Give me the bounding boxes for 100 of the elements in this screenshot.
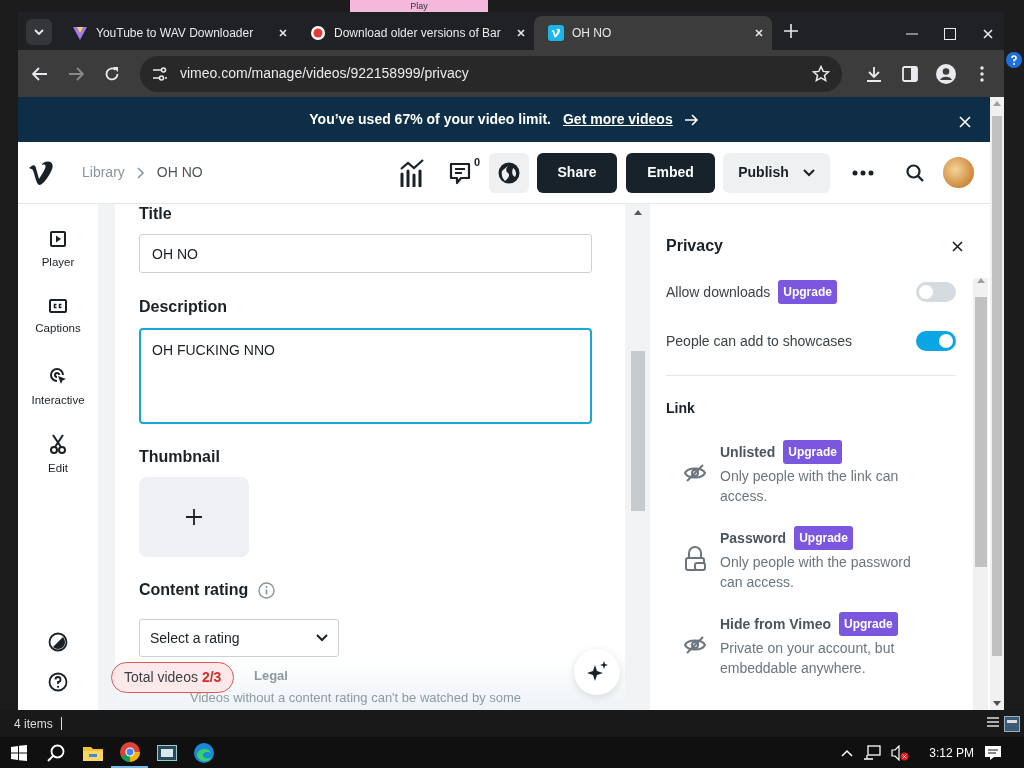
new-tab-icon[interactable]	[784, 23, 798, 38]
reload-icon[interactable]	[104, 65, 120, 82]
pointer-icon[interactable]	[48, 366, 68, 386]
info-icon[interactable]	[258, 581, 276, 599]
rating-note: Videos without a content rating can't be watched by some	[190, 690, 522, 705]
publish-button[interactable]: Publish	[723, 152, 830, 193]
chevron-icon	[136, 166, 145, 179]
notifications-icon[interactable]	[984, 744, 1002, 761]
upgrade-badge[interactable]: Upgrade	[778, 280, 837, 304]
tiles-view-icon[interactable]	[1004, 715, 1020, 732]
rating-select[interactable]: Select a rating	[139, 619, 339, 657]
plus-icon	[186, 509, 202, 525]
analytics-icon[interactable]	[399, 158, 425, 187]
scroll-up-icon[interactable]	[633, 210, 642, 215]
browser-tab[interactable]: Download older versions of Bar	[296, 16, 534, 50]
ai-assist-button[interactable]	[574, 649, 620, 695]
get-more-videos-link[interactable]: Get more videos	[563, 109, 673, 130]
chrome-icon[interactable]	[119, 741, 140, 762]
theme-icon[interactable]	[48, 632, 68, 652]
add-thumbnail-button[interactable]	[139, 477, 249, 557]
scroll-down-icon[interactable]	[993, 701, 1001, 706]
caret-icon	[34, 29, 44, 35]
avatar[interactable]	[943, 157, 974, 188]
scrollbar-thumb[interactable]	[992, 116, 1002, 656]
privacy-button[interactable]	[489, 152, 529, 193]
option-title[interactable]: Unlisted	[720, 441, 776, 463]
sidebar-item[interactable]: Captions	[35, 320, 81, 338]
maximize-icon[interactable]	[944, 28, 956, 40]
option-title[interactable]: Password	[720, 527, 787, 549]
tab-title: YouTube to WAV Downloader	[96, 25, 255, 42]
caret-icon	[316, 634, 328, 642]
upgrade-badge[interactable]: Upgrade	[794, 526, 853, 550]
address-bar[interactable]: vimeo.com/manage/videos/922158999/privacy	[140, 55, 842, 92]
scissors-icon[interactable]	[49, 434, 67, 454]
window-tab[interactable]: Play	[350, 0, 488, 12]
share-button[interactable]: Share	[537, 152, 617, 193]
download-icon[interactable]	[866, 65, 882, 82]
app-window-icon[interactable]	[156, 744, 177, 761]
upgrade-badge[interactable]: Upgrade	[783, 440, 842, 464]
more-icon[interactable]	[852, 170, 874, 177]
site-info-icon[interactable]	[152, 66, 168, 81]
total-videos-badge: Total videos 2/3	[111, 662, 235, 693]
help-icon[interactable]	[1006, 52, 1022, 68]
toggle-switch[interactable]	[916, 282, 956, 302]
tab-title: Download older versions of Bar	[334, 25, 502, 42]
toggle-label: Allow downloads	[666, 282, 771, 302]
edge-icon[interactable]	[193, 742, 214, 763]
record-icon	[310, 25, 326, 41]
folder-icon[interactable]	[82, 744, 103, 761]
menu-icon[interactable]	[980, 65, 984, 82]
sidebar-item[interactable]: Player	[41, 254, 75, 272]
field-label: Content rating	[139, 580, 249, 600]
usage-message: You’ve used 67% of your video limit.	[309, 110, 551, 129]
profile-icon[interactable]	[936, 63, 956, 84]
triangle-icon	[72, 25, 88, 41]
help-icon[interactable]	[48, 672, 68, 692]
search-icon[interactable]	[906, 164, 924, 183]
star-icon[interactable]	[812, 64, 830, 83]
scrollbar-thumb[interactable]	[630, 351, 645, 511]
field-label: Title	[139, 204, 173, 224]
lock-icon	[683, 546, 707, 572]
tab-search-button[interactable]	[26, 19, 52, 45]
panel-title: Privacy	[666, 236, 723, 256]
network-icon[interactable]	[863, 744, 882, 761]
comment-count: 0	[473, 154, 480, 170]
browser-tab[interactable]: YouTube to WAV Downloader	[58, 16, 296, 50]
close-icon[interactable]	[951, 239, 964, 253]
option-title[interactable]: Hide from Vimeo	[720, 613, 831, 635]
option-description: Only people with the password can access.	[720, 553, 912, 592]
captions-icon[interactable]	[49, 298, 67, 314]
sparkle-icon	[586, 661, 608, 683]
breadcrumb-current: OH NO	[156, 163, 203, 182]
sidebar-item[interactable]: Edit	[48, 460, 68, 478]
option-description: Private on your account, but embeddable anywhere.	[720, 639, 896, 678]
toggle-label: People can add to showcases	[666, 331, 852, 351]
scrollbar-thumb[interactable]	[974, 297, 987, 567]
details-view-icon[interactable]	[986, 715, 1000, 730]
clock[interactable]: 3:12 PM	[929, 743, 974, 762]
search-icon[interactable]	[46, 743, 65, 762]
tray-caret-icon[interactable]	[841, 748, 854, 757]
upgrade-badge[interactable]: Upgrade	[839, 612, 898, 636]
windows-start-icon[interactable]	[10, 744, 27, 761]
description-field[interactable]: OH FUCKING NNO	[139, 328, 592, 424]
play-icon[interactable]	[49, 230, 67, 248]
toggle-switch[interactable]	[916, 331, 956, 351]
item-count: 4 items	[14, 715, 53, 733]
forward-icon[interactable]	[68, 66, 84, 81]
globe-icon	[497, 160, 521, 185]
side-panel-icon[interactable]	[902, 65, 918, 82]
hidden-eye-icon	[683, 635, 707, 655]
section-heading: Link	[666, 399, 696, 418]
browser-tab[interactable]: OH NO	[534, 16, 772, 50]
field-label: Thumbnail	[139, 447, 221, 467]
sidebar-item[interactable]: Interactive	[31, 392, 85, 410]
back-icon[interactable]	[32, 66, 48, 81]
volume-muted-icon[interactable]	[891, 744, 910, 761]
v-logo-icon	[548, 25, 564, 41]
title-field[interactable]: OH NO	[139, 234, 592, 273]
tab-title: OH NO	[572, 25, 613, 42]
embed-button[interactable]: Embed	[626, 152, 715, 193]
